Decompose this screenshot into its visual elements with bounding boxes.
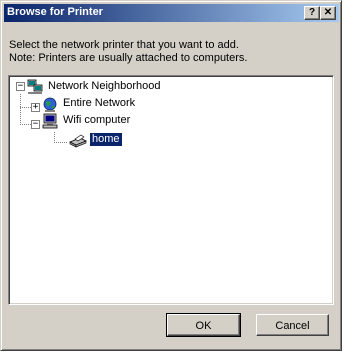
instruction-line-2: Note: Printers are usually attached to c… [9,52,248,64]
browse-for-printer-dialog: Browse for Printer ? ✕ Select the networ… [0,0,342,351]
collapse-wifi-computer[interactable]: − [31,120,40,129]
window-title: Browse for Printer [7,6,103,18]
network-neighborhood-icon [27,79,43,94]
instruction-line-1: Select the network printer that you want… [9,39,239,51]
tree-connector [54,142,68,143]
computer-icon [42,113,58,129]
tree-connector [20,94,21,124]
printer-icon [69,134,87,148]
tree-item-entire-network[interactable]: Entire Network [61,97,137,110]
close-button[interactable]: ✕ [320,6,336,20]
tree-item-wifi-computer[interactable]: Wifi computer [61,114,132,127]
cancel-button[interactable]: Cancel [256,314,329,336]
title-bar[interactable]: Browse for Printer ? ✕ [4,4,339,22]
tree-item-home-printer[interactable]: home [89,132,123,147]
tree-connector [54,132,55,142]
ok-button[interactable]: OK [166,313,241,337]
tree-item-network-neighborhood[interactable]: Network Neighborhood [46,80,163,93]
collapse-network-neighborhood[interactable]: − [16,82,25,91]
help-button[interactable]: ? [304,6,320,20]
expand-entire-network[interactable]: + [31,103,40,112]
globe-icon [43,97,57,112]
network-tree[interactable]: − Network Neighborhood + Entire Network … [8,75,334,305]
instructions: Select the network printer that you want… [9,39,247,65]
